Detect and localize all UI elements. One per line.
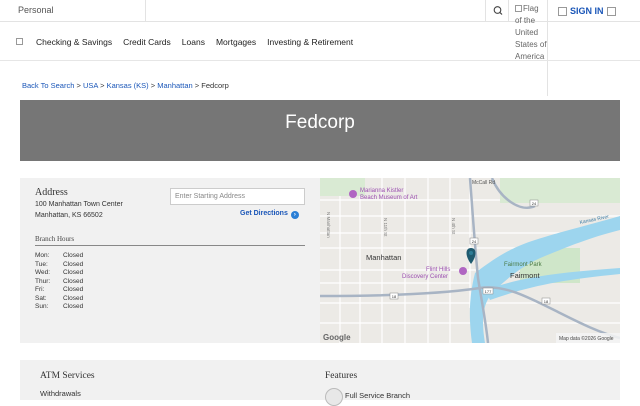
breadcrumb-back-to-search[interactable]: Back To Search: [22, 81, 74, 90]
hours-day: Sat:: [35, 294, 47, 302]
location-info-panel: Address 100 Manhattan Town Center Manhat…: [20, 178, 320, 343]
arrow-right-icon: ›: [290, 211, 299, 219]
hours-row-sat: Sat: Closed: [35, 295, 83, 304]
get-directions-link[interactable]: Get Directions ›: [240, 210, 299, 219]
hours-row-sun: Sun: Closed: [35, 303, 83, 312]
breadcrumb-kansas[interactable]: Kansas (KS): [107, 81, 149, 90]
country-flag[interactable]: Flag of the United States of America: [510, 0, 548, 96]
top-bar: Personal Flag of the United States of Am…: [0, 0, 640, 96]
nav-menu: Checking & Savings Credit Cards Loans Mo…: [36, 37, 353, 47]
flag-alt-text: Flag of the United States of America: [515, 4, 547, 61]
feature-item: Full Service Branch: [345, 391, 411, 400]
breadcrumb-usa[interactable]: USA: [83, 81, 98, 90]
main-nav: Checking & Savings Credit Cards Loans Mo…: [0, 30, 510, 52]
nav-item-checking-savings[interactable]: Checking & Savings: [36, 37, 112, 47]
highway-shield-label: 18: [392, 294, 397, 299]
hours-list: Mon: Closed Tue: Closed Wed: Closed Thur: Cl…: [35, 252, 83, 312]
hours-value: Closed: [63, 294, 84, 302]
map-label-city: Manhattan: [366, 253, 401, 262]
map-label-street1: N Manhattan: [326, 212, 331, 238]
hours-row-wed: Wed: Closed: [35, 269, 83, 278]
google-logo[interactable]: Google: [323, 333, 351, 342]
lock-icon: [558, 7, 567, 16]
branch-hours-heading: Branch Hours: [35, 235, 75, 243]
highway-shield-label: 177: [485, 289, 492, 294]
hours-value: Closed: [63, 277, 84, 285]
map-label-street3: N 4th St: [451, 218, 456, 235]
get-directions-label: Get Directions: [240, 210, 288, 217]
map-label-fairmont-park: Fairmont Park: [504, 262, 543, 268]
map-label-discovery: Flint Hills: [426, 267, 450, 273]
map-label-fairmont: Fairmont: [510, 271, 541, 280]
hours-day: Sun:: [35, 303, 49, 310]
map-label-museum-line2: Beach Museum of Art: [360, 195, 418, 201]
hours-value: Closed: [63, 286, 84, 293]
hours-day: Fri:: [35, 286, 45, 293]
hours-day: Tue:: [35, 260, 48, 268]
nav-item-mortgages[interactable]: Mortgages: [216, 37, 256, 47]
features-heading: Features: [325, 371, 358, 381]
breadcrumb-current: Fedcorp: [201, 81, 229, 90]
highway-shield-label: 18: [544, 299, 549, 304]
atm-services-heading: ATM Services: [40, 371, 95, 381]
map-attribution[interactable]: Map data ©2026 Google: [559, 335, 614, 342]
hours-day: Wed:: [35, 269, 51, 276]
bank-icon: [325, 388, 343, 406]
starting-address-input[interactable]: Enter Starting Address: [170, 188, 305, 205]
nav-item-credit-cards[interactable]: Credit Cards: [123, 37, 171, 47]
breadcrumb-separator: >: [76, 81, 81, 90]
address-text: 100 Manhattan Town Center Manhattan, KS …: [35, 199, 123, 221]
breadcrumb-separator: >: [150, 81, 156, 90]
breadcrumb-manhattan[interactable]: Manhattan: [157, 81, 192, 90]
discovery-center-poi-icon[interactable]: [459, 267, 467, 275]
broken-image-icon: [515, 5, 522, 12]
nav-item-investing-retirement[interactable]: Investing & Retirement: [267, 37, 353, 47]
segment-selector[interactable]: Personal: [0, 0, 146, 22]
nav-item-loans[interactable]: Loans: [182, 37, 205, 47]
search-icon: [493, 6, 503, 15]
broken-image-icon: [606, 7, 616, 16]
highway-shield-label: 24: [472, 239, 477, 244]
hours-value: Closed: [63, 303, 84, 310]
address-line-2: Manhattan, KS 66502: [35, 212, 103, 219]
hours-value: Closed: [63, 269, 84, 276]
map-label-mccall: McCall Rd: [472, 180, 495, 186]
map[interactable]: McCall Rd N Manhattan N 11th St N 4th St…: [320, 178, 620, 343]
hours-row-fri: Fri: Closed: [35, 286, 83, 295]
hours-value: Closed: [63, 252, 84, 259]
highway-shield-label: 24: [532, 201, 537, 206]
address-line-1: 100 Manhattan Town Center: [35, 201, 123, 208]
museum-poi-icon[interactable]: [349, 190, 357, 198]
breadcrumb-separator: >: [194, 81, 200, 90]
map-label-discovery-line2: Discovery Center: [402, 274, 448, 280]
page-title: Fedcorp: [285, 112, 355, 133]
sign-in-button[interactable]: SIGN IN: [558, 6, 616, 16]
logo[interactable]: [16, 38, 23, 45]
map-label-street2: N 11th St: [383, 218, 388, 237]
search-button[interactable]: [485, 0, 509, 22]
hours-row-thur: Thur: Closed: [35, 278, 83, 287]
hours-row-tue: Tue: Closed: [35, 261, 83, 270]
atm-service-item: Withdrawals: [40, 389, 81, 398]
location-marker-icon[interactable]: [466, 248, 476, 264]
divider: [35, 245, 305, 246]
hours-value: Closed: [63, 260, 84, 268]
breadcrumb-separator: >: [100, 81, 105, 90]
hours-row-mon: Mon: Closed: [35, 252, 83, 261]
hero-banner: Fedcorp: [20, 100, 620, 161]
map-label-museum: Marianna Kistler: [360, 188, 403, 194]
hours-day: Mon:: [35, 252, 50, 259]
services-panel: ATM Services Withdrawals Features Full S…: [20, 360, 620, 406]
sign-in-label: SIGN IN: [570, 6, 604, 16]
address-heading: Address: [35, 187, 68, 198]
divider: [0, 60, 640, 61]
breadcrumb: Back To Search > USA > Kansas (KS) > Man…: [22, 81, 229, 90]
hours-day: Thur:: [35, 277, 51, 285]
